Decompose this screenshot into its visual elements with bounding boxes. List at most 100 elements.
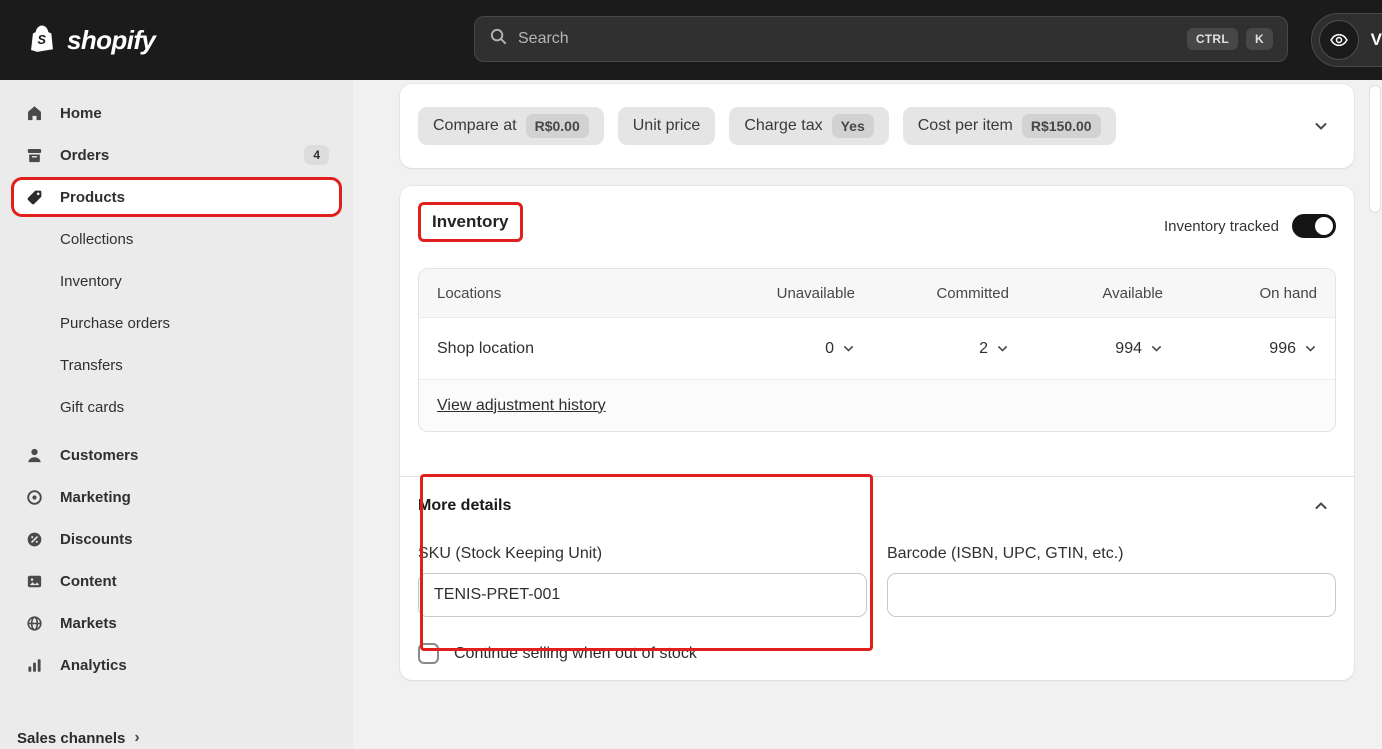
chevron-down-icon (1306, 346, 1315, 352)
pricing-card: Compare at R$0.00 Unit price Charge tax … (400, 84, 1354, 168)
main-content: Compare at R$0.00 Unit price Charge tax … (353, 80, 1382, 749)
location-name: Shop location (437, 339, 534, 357)
unit-price-pill[interactable]: Unit price (617, 107, 716, 145)
sidebar-item-label: Gift cards (60, 398, 125, 416)
inventory-section-title: Inventory (432, 212, 509, 231)
home-icon (24, 103, 44, 123)
sidebar-item-label: Transfers (60, 356, 123, 374)
markets-globe-icon (24, 613, 44, 633)
sidebar-item-label: Purchase orders (60, 314, 171, 332)
orders-count-badge: 4 (304, 145, 329, 165)
sidebar-item-home[interactable]: Home (14, 96, 339, 130)
available-qty: 994 (1115, 339, 1142, 357)
chevron-right-icon: › (134, 729, 140, 746)
sidebar-item-label: Marketing (60, 488, 131, 506)
pill-label: Cost per item (917, 117, 1013, 134)
sales-channels-toggle[interactable]: Sales channels › (17, 729, 140, 747)
topbar: S shopify Search CTRL K View (0, 0, 1382, 80)
sidebar-item-discounts[interactable]: Discounts (14, 522, 339, 556)
more-details-title: More details (418, 497, 512, 514)
sidebar-item-label: Content (60, 572, 117, 590)
inventory-table-header: Locations Unavailable Committed Availabl… (419, 269, 1335, 317)
shopify-logo[interactable]: S shopify (26, 22, 156, 59)
sidebar-item-products[interactable]: Products (14, 180, 339, 214)
sidebar-item-label: Orders (60, 146, 110, 164)
committed-qty: 2 (979, 339, 988, 357)
cost-per-item-pill[interactable]: Cost per item R$150.00 (902, 107, 1116, 145)
unavailable-qty: 0 (825, 339, 834, 357)
more-details-fields: SKU (Stock Keeping Unit) Barcode (ISBN, … (418, 545, 1336, 617)
on-hand-qty-dropdown[interactable]: 996 (1269, 340, 1317, 358)
sidebar-item-label: Markets (60, 614, 117, 632)
more-details-header: More details (418, 491, 1336, 521)
continue-selling-label: Continue selling when out of stock (454, 644, 697, 662)
sidebar-item-collections[interactable]: Collections (14, 222, 339, 256)
orders-icon (24, 145, 44, 165)
adjustment-history-row: View adjustment history (419, 379, 1335, 431)
sidebar-item-content[interactable]: Content (14, 564, 339, 598)
svg-text:S: S (38, 32, 47, 46)
chevron-down-icon (1152, 346, 1161, 352)
view-adjustment-history-link[interactable]: View adjustment history (437, 397, 606, 415)
sku-input[interactable] (418, 573, 867, 617)
pill-label: Unit price (632, 117, 701, 134)
committed-qty-dropdown[interactable]: 2 (979, 340, 1009, 358)
sidebar-item-transfers[interactable]: Transfers (14, 348, 339, 382)
sidebar-item-orders[interactable]: Orders 4 (14, 138, 339, 172)
pricing-pills: Compare at R$0.00 Unit price Charge tax … (418, 107, 1116, 145)
charge-tax-pill[interactable]: Charge tax Yes (729, 107, 889, 145)
annotation-box-inventory: Inventory (418, 202, 523, 242)
products-tag-icon (24, 187, 44, 207)
pricing-collapse-button[interactable] (1306, 111, 1336, 141)
more-details-collapse-button[interactable] (1306, 491, 1336, 521)
inventory-table: Locations Unavailable Committed Availabl… (418, 268, 1336, 432)
sidebar: Home Orders 4 Products Collections Inven… (0, 80, 353, 749)
sidebar-item-gift-cards[interactable]: Gift cards (14, 390, 339, 424)
search-icon (489, 27, 508, 51)
sidebar-item-label: Collections (60, 230, 134, 248)
shopify-bag-icon: S (26, 22, 58, 59)
on-hand-qty: 996 (1269, 339, 1296, 357)
sidebar-item-inventory[interactable]: Inventory (14, 264, 339, 298)
compare-at-value: R$0.00 (525, 114, 589, 138)
inventory-card: Inventory Inventory tracked Locations Un… (400, 186, 1354, 680)
sidebar-item-label: Home (60, 104, 102, 122)
sales-channels-label: Sales channels (17, 729, 126, 747)
inventory-tracked-toggle[interactable] (1292, 214, 1336, 238)
inventory-table-row: Shop location 0 2 994 996 (419, 317, 1335, 379)
toggle-knob (1315, 217, 1333, 235)
chevron-up-icon (1315, 502, 1327, 509)
cost-per-item-value: R$150.00 (1021, 114, 1101, 138)
inventory-header: Inventory Inventory tracked (418, 202, 1336, 242)
discounts-icon (24, 529, 44, 549)
col-header-locations: Locations (437, 284, 502, 302)
unavailable-qty-dropdown[interactable]: 0 (825, 340, 855, 358)
more-details-section: More details SKU (Stock Keeping Unit) Ba… (400, 474, 1354, 664)
col-header-committed: Committed (936, 284, 1009, 302)
view-button[interactable]: View (1310, 13, 1382, 67)
col-header-available: Available (1102, 284, 1163, 302)
global-search-bar[interactable]: Search CTRL K (474, 16, 1288, 62)
sidebar-item-label: Analytics (60, 656, 127, 674)
sidebar-item-label: Customers (60, 446, 139, 464)
sidebar-item-label: Products (60, 188, 126, 206)
continue-selling-checkbox[interactable] (418, 643, 439, 664)
inventory-tracked-control: Inventory tracked (1164, 214, 1336, 238)
sku-label: SKU (Stock Keeping Unit) (418, 545, 603, 562)
sku-field-group: SKU (Stock Keeping Unit) (418, 545, 867, 617)
available-qty-dropdown[interactable]: 994 (1115, 340, 1163, 358)
sidebar-item-label: Discounts (60, 530, 133, 548)
barcode-label: Barcode (ISBN, UPC, GTIN, etc.) (887, 545, 1124, 562)
col-header-on-hand: On hand (1259, 284, 1317, 302)
sidebar-item-marketing[interactable]: Marketing (14, 480, 339, 514)
barcode-input[interactable] (887, 573, 1336, 617)
search-placeholder: Search (518, 30, 569, 47)
sidebar-item-markets[interactable]: Markets (14, 606, 339, 640)
sidebar-item-purchase-orders[interactable]: Purchase orders (14, 306, 339, 340)
sidebar-item-customers[interactable]: Customers (14, 438, 339, 472)
barcode-field-group: Barcode (ISBN, UPC, GTIN, etc.) (887, 545, 1336, 617)
scrollbar-thumb[interactable] (1370, 86, 1380, 212)
eye-icon (1318, 20, 1359, 60)
sidebar-item-analytics[interactable]: Analytics (14, 648, 339, 682)
compare-at-pill[interactable]: Compare at R$0.00 (418, 107, 604, 145)
